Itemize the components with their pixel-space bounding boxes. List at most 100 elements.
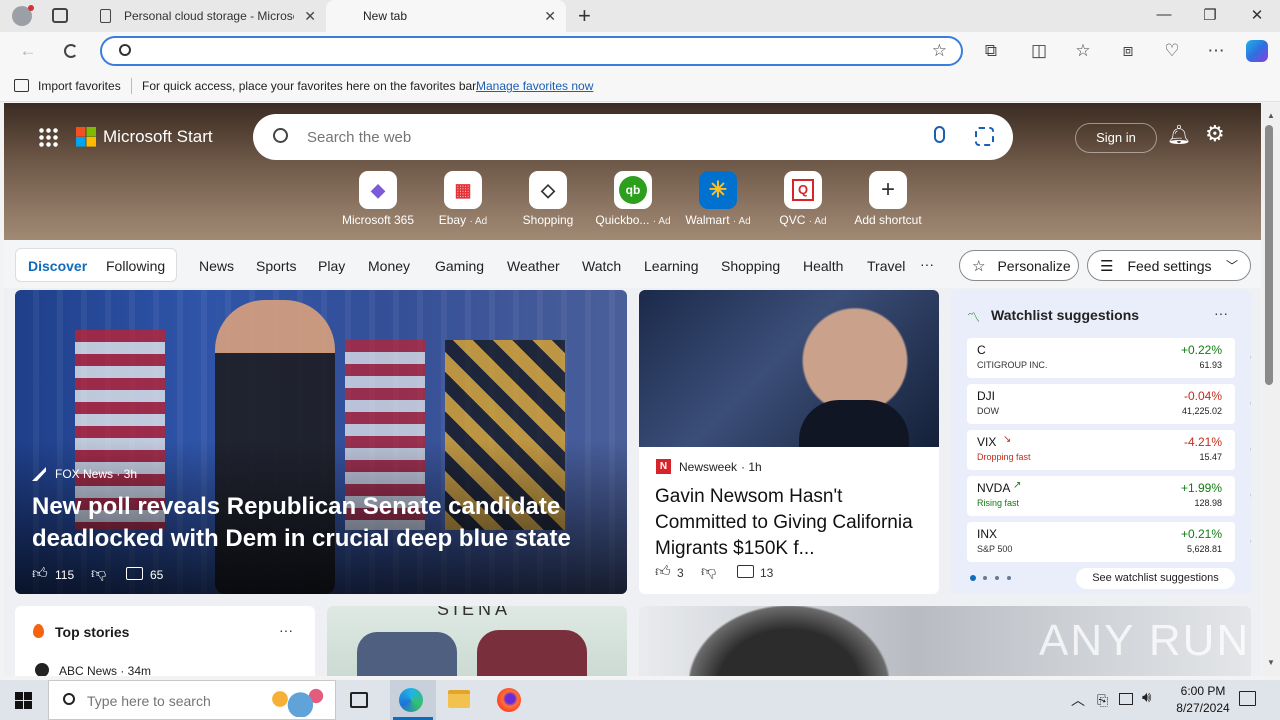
tab-new-tab[interactable]: New tab ✕ bbox=[326, 0, 566, 32]
story-card[interactable]: N Newsweek · 1h Gavin Newsom Hasn't Comm… bbox=[639, 290, 939, 594]
scroll-down-arrow-icon[interactable]: ▼ bbox=[1267, 658, 1275, 667]
nav-health[interactable]: Health bbox=[803, 258, 843, 274]
microphone-icon[interactable] bbox=[934, 126, 945, 143]
more-options-icon[interactable]: ··· bbox=[1214, 305, 1228, 321]
collections-icon[interactable]: ⧈ bbox=[1116, 41, 1140, 61]
carousel-dot[interactable] bbox=[1007, 576, 1011, 580]
stop-loading-icon[interactable] bbox=[64, 44, 78, 58]
close-tab-icon[interactable]: ✕ bbox=[544, 8, 556, 25]
add-to-watchlist-icon[interactable]: ⊕ bbox=[1249, 486, 1251, 504]
like-icon[interactable]: 👍︎ bbox=[655, 563, 671, 581]
edge-browser-icon[interactable] bbox=[399, 688, 423, 712]
settings-gear-icon[interactable]: ⚙ bbox=[1205, 121, 1225, 147]
stock-row[interactable]: C CITIGROUP INC. +0.22% 61.93 ⊕ bbox=[967, 338, 1251, 378]
ethernet-icon[interactable] bbox=[1119, 693, 1133, 705]
nav-weather[interactable]: Weather bbox=[507, 258, 560, 274]
story-headline[interactable]: Gavin Newsom Hasn't Committed to Giving … bbox=[655, 484, 925, 562]
nav-sports[interactable]: Sports bbox=[256, 258, 296, 274]
clock-date[interactable]: 8/27/2024 bbox=[1168, 701, 1238, 715]
personalize-button[interactable]: ☆ Personalize bbox=[959, 250, 1079, 281]
split-screen-icon[interactable]: ◫ bbox=[1027, 41, 1051, 61]
stock-row[interactable]: INX S&P 500 +0.21% 5,628.81 ⊕ bbox=[967, 522, 1251, 562]
nav-play[interactable]: Play bbox=[318, 258, 345, 274]
nav-more-icon[interactable]: ··· bbox=[920, 256, 934, 272]
scroll-up-arrow-icon[interactable]: ▲ bbox=[1267, 111, 1275, 120]
copilot-icon[interactable] bbox=[1246, 40, 1268, 62]
nav-gaming[interactable]: Gaming bbox=[435, 258, 484, 274]
add-to-watchlist-icon[interactable]: ⊕ bbox=[1249, 440, 1251, 458]
nav-watch[interactable]: Watch bbox=[582, 258, 621, 274]
import-favorites-icon[interactable] bbox=[14, 79, 29, 92]
tab-actions-icon[interactable] bbox=[52, 8, 68, 23]
restore-icon[interactable]: ❐ bbox=[1187, 6, 1233, 24]
notification-center-icon[interactable] bbox=[1239, 691, 1256, 706]
web-search-box[interactable] bbox=[253, 114, 1013, 160]
tab-following[interactable]: Following bbox=[106, 258, 165, 274]
favorite-star-icon[interactable]: ☆ bbox=[932, 41, 947, 61]
nav-shopping[interactable]: Shopping bbox=[721, 258, 780, 274]
shortcut-quickbooks[interactable]: qb Quickbo... · Ad bbox=[592, 171, 674, 227]
favorites-icon[interactable]: ☆ bbox=[1071, 41, 1095, 61]
address-input[interactable] bbox=[142, 42, 922, 62]
scrollbar-thumb[interactable] bbox=[1265, 125, 1273, 385]
close-tab-icon[interactable]: ✕ bbox=[304, 8, 316, 25]
task-view-icon[interactable] bbox=[350, 692, 368, 708]
page-scrollbar[interactable]: ▲ ▼ bbox=[1262, 103, 1280, 676]
feed-settings-button[interactable]: ☰ Feed settings ﹀ bbox=[1087, 250, 1251, 281]
comment-icon[interactable] bbox=[126, 567, 143, 580]
nav-travel[interactable]: Travel bbox=[867, 258, 905, 274]
nav-news[interactable]: News bbox=[199, 258, 234, 274]
manage-favorites-link[interactable]: Manage favorites now bbox=[476, 79, 593, 93]
browser-essentials-icon[interactable]: ♡ bbox=[1160, 41, 1184, 61]
shortcut-microsoft-365[interactable]: ◆ Microsoft 365 bbox=[337, 171, 419, 227]
dislike-icon[interactable]: 👎︎ bbox=[91, 565, 106, 583]
add-to-watchlist-icon[interactable]: ⊕ bbox=[1249, 394, 1251, 412]
carousel-dots[interactable] bbox=[970, 575, 1020, 581]
shortcut-qvc[interactable]: Q QVC · Ad bbox=[762, 171, 844, 227]
like-icon[interactable]: 👍︎ bbox=[32, 565, 48, 583]
featured-story-card[interactable]: FOX News · 3h New poll reveals Republica… bbox=[15, 290, 627, 594]
network-icon[interactable]: ⎘ bbox=[1097, 692, 1108, 709]
notifications-icon[interactable]: 🔔︎ bbox=[1167, 123, 1191, 147]
story-headline[interactable]: New poll reveals Republican Senate candi… bbox=[32, 491, 592, 555]
firefox-icon[interactable] bbox=[497, 688, 521, 712]
nav-money[interactable]: Money bbox=[368, 258, 410, 274]
shortcut-ebay[interactable]: ▦ Ebay · Ad bbox=[422, 171, 504, 227]
brand-name[interactable]: Microsoft Start bbox=[103, 127, 213, 147]
stock-row[interactable]: NVDA ↗ Rising fast +1.99% 128.98 ⊕ bbox=[967, 476, 1251, 516]
tab-personal-cloud-storage[interactable]: Personal cloud storage - Microsc ✕ bbox=[88, 0, 326, 32]
apps-launcher-icon[interactable] bbox=[38, 127, 58, 147]
sign-in-button[interactable]: Sign in bbox=[1075, 123, 1157, 153]
dislike-icon[interactable]: 👎︎ bbox=[701, 563, 716, 581]
windows-start-icon[interactable] bbox=[15, 692, 32, 709]
volume-icon[interactable]: 🔊︎ bbox=[1142, 689, 1151, 706]
clock-time[interactable]: 6:00 PM bbox=[1173, 684, 1233, 698]
carousel-dot[interactable] bbox=[983, 576, 987, 580]
carousel-dot[interactable] bbox=[995, 576, 999, 580]
add-to-watchlist-icon[interactable]: ⊕ bbox=[1249, 348, 1251, 366]
stock-row[interactable]: VIX ↘ Dropping fast -4.21% 15.47 ⊕ bbox=[967, 430, 1251, 470]
minimize-icon[interactable]: — bbox=[1141, 6, 1187, 23]
show-hidden-icons-chevron[interactable]: ︿ bbox=[1071, 690, 1085, 710]
tab-discover[interactable]: Discover bbox=[28, 258, 87, 274]
add-to-watchlist-icon[interactable]: ⊕ bbox=[1249, 532, 1251, 550]
file-explorer-icon[interactable] bbox=[448, 690, 470, 708]
more-options-icon[interactable]: ⋯ bbox=[1204, 41, 1228, 61]
comment-icon[interactable] bbox=[737, 565, 754, 578]
ad-card[interactable]: SIENA bbox=[327, 606, 627, 676]
taskbar-search-box[interactable] bbox=[48, 680, 336, 720]
stock-row[interactable]: DJI DOW -0.04% 41,225.02 ⊕ bbox=[967, 384, 1251, 424]
carousel-dot-active[interactable] bbox=[970, 575, 976, 581]
more-options-icon[interactable]: ··· bbox=[279, 622, 293, 638]
import-favorites-button[interactable]: Import favorites bbox=[38, 79, 121, 93]
shortcut-shopping[interactable]: ◇ Shopping bbox=[507, 171, 589, 227]
shortcut-walmart[interactable]: ✳ Walmart · Ad bbox=[677, 171, 759, 227]
address-bar[interactable]: ☆ bbox=[100, 36, 963, 66]
taskbar-search-input[interactable] bbox=[87, 692, 247, 710]
see-watchlist-suggestions-button[interactable]: See watchlist suggestions bbox=[1076, 568, 1235, 589]
visual-search-icon[interactable] bbox=[975, 127, 994, 146]
story-card[interactable]: ANY RUN bbox=[639, 606, 1251, 676]
web-search-input[interactable] bbox=[307, 127, 907, 147]
add-shortcut-button[interactable]: + Add shortcut bbox=[847, 171, 929, 227]
extensions-icon[interactable]: ⧉ bbox=[979, 41, 1003, 61]
